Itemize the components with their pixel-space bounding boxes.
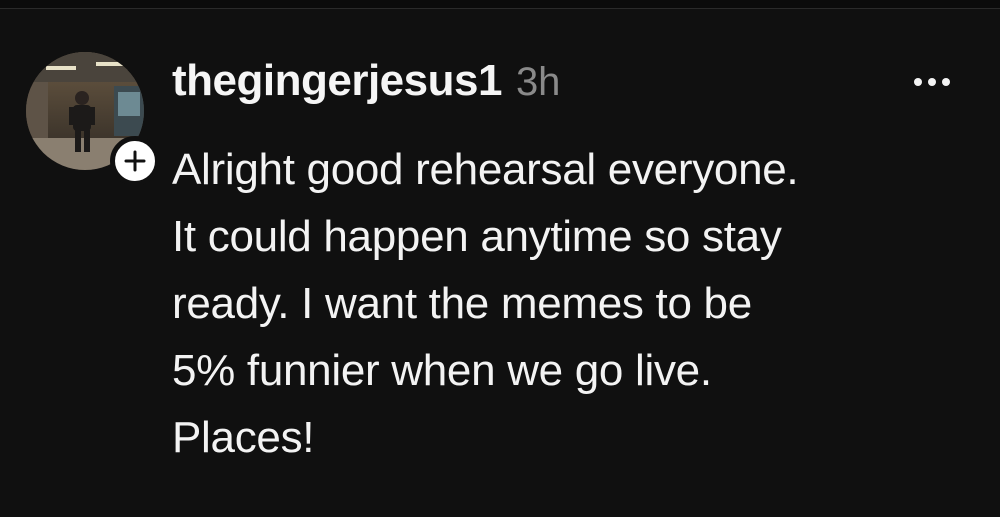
avatar-container[interactable] — [26, 52, 160, 186]
top-divider — [0, 0, 1000, 9]
post-text-line: Alright good rehearsal everyone. — [172, 145, 799, 194]
post-body: Alright good rehearsal everyone. It coul… — [172, 136, 972, 471]
post-text-line: It could happen anytime so stay — [172, 212, 782, 261]
post-header: thegingerjesus1 3h — [172, 56, 560, 116]
post-text-line: 5% funnier when we go live. — [172, 346, 712, 395]
more-options-icon — [914, 78, 950, 86]
plus-icon — [124, 150, 146, 172]
username[interactable]: thegingerjesus1 — [172, 56, 502, 106]
follow-button[interactable] — [110, 136, 160, 186]
more-options-button[interactable] — [902, 70, 962, 94]
timestamp: 3h — [515, 60, 561, 104]
post-text-line: Places! — [172, 413, 315, 462]
post-text-line: ready. I want the memes to be — [172, 279, 752, 328]
